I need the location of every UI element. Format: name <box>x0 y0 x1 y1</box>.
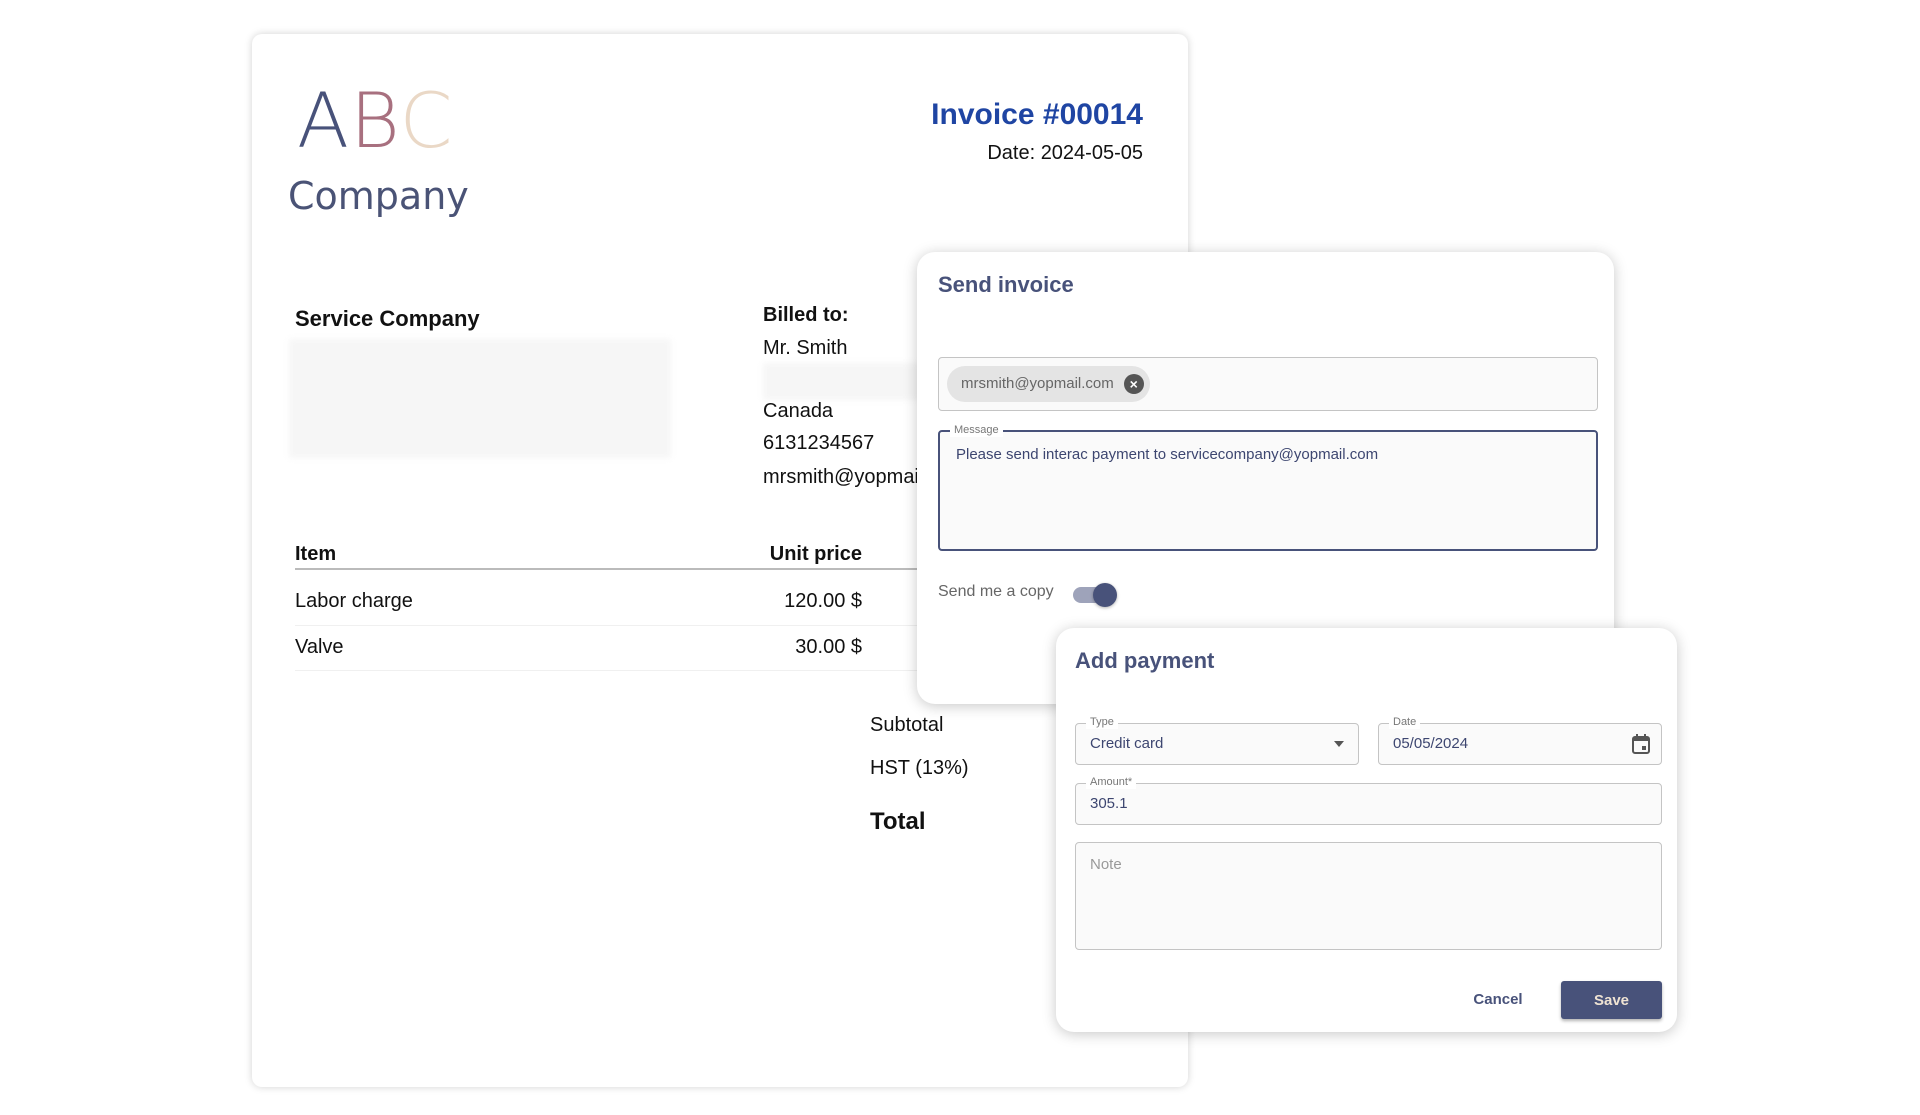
row-divider <box>295 625 935 626</box>
tax-label: HST (13%) <box>870 757 969 779</box>
row-item: Labor charge <box>295 590 413 612</box>
row-item: Valve <box>295 636 344 658</box>
note-textarea[interactable]: Note <box>1075 842 1662 950</box>
billed-phone: 6131234567 <box>763 432 875 454</box>
column-header-item: Item <box>295 543 337 565</box>
dialog-title: Add payment <box>1075 648 1215 673</box>
logo-subtitle: Company <box>288 174 469 218</box>
cancel-button[interactable]: Cancel <box>1463 983 1533 1015</box>
recipients-input[interactable]: mrsmith@yopmail.com × <box>938 357 1598 411</box>
billed-country: Canada <box>763 400 834 422</box>
amount-input[interactable]: Amount* 305.1 <box>1075 775 1662 825</box>
message-textarea[interactable]: Message Please send interac payment to s… <box>938 423 1598 551</box>
from-company-name: Service Company <box>295 306 480 331</box>
row-price: 30.00 $ <box>795 636 862 658</box>
invoice-title: Invoice #00014 <box>931 98 1143 131</box>
type-select[interactable]: Type Credit card <box>1075 715 1359 765</box>
redacted-address <box>289 339 671 458</box>
message-text: Please send interac payment to serviceco… <box>956 446 1379 463</box>
billed-to-label: Billed to: <box>763 304 849 326</box>
send-copy-label: Send me a copy <box>938 583 1054 600</box>
message-label: Message <box>950 423 1003 437</box>
subtotal-label: Subtotal <box>870 714 944 736</box>
row-divider <box>295 670 935 671</box>
remove-chip-icon[interactable]: × <box>1123 374 1144 394</box>
dropdown-arrow-icon <box>1334 741 1344 747</box>
add-payment-dialog: Add payment Type Credit card Date 05/05/… <box>1056 628 1677 1032</box>
date-input[interactable]: Date 05/05/2024 <box>1378 715 1662 765</box>
billed-email: mrsmith@yopmai <box>763 466 919 488</box>
company-logo: ABC <box>297 76 454 165</box>
invoice-date: Date: 2024-05-05 <box>987 142 1143 164</box>
total-label: Total <box>870 808 926 835</box>
recipient-chip: mrsmith@yopmail.com × <box>947 366 1150 402</box>
save-button[interactable]: Save <box>1561 981 1662 1019</box>
redacted-billed-address <box>763 363 923 400</box>
note-placeholder: Note <box>1090 856 1122 873</box>
send-copy-toggle[interactable] <box>1073 582 1119 608</box>
billed-name: Mr. Smith <box>763 337 848 359</box>
dialog-title: Send invoice <box>938 272 1074 297</box>
calendar-icon[interactable] <box>1631 733 1651 755</box>
column-header-unit-price: Unit price <box>769 543 862 565</box>
header-divider <box>295 568 935 570</box>
row-price: 120.00 $ <box>784 590 862 612</box>
